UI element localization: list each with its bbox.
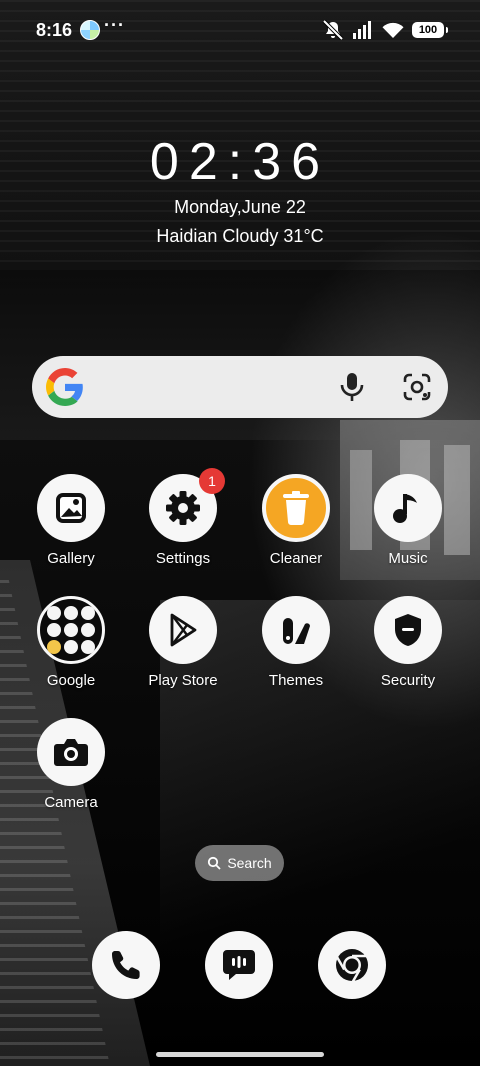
app-notification-icon — [80, 20, 100, 40]
camera-icon — [37, 718, 105, 786]
play-store-icon — [149, 596, 217, 664]
clock-time[interactable]: 02:36 — [0, 132, 480, 192]
mute-icon — [322, 20, 344, 40]
app-label: Music — [388, 550, 428, 567]
google-logo — [46, 368, 83, 406]
app-play-store[interactable]: Play Store — [127, 596, 239, 706]
app-label: Google — [46, 672, 96, 689]
search-label: Search — [227, 855, 272, 871]
app-themes[interactable]: Themes — [240, 596, 352, 706]
app-label: Settings — [155, 550, 211, 567]
app-label: Cleaner — [269, 550, 323, 567]
status-icons: 100 — [322, 20, 448, 40]
app-camera[interactable]: Camera — [15, 718, 127, 828]
app-music[interactable]: Music — [352, 474, 464, 584]
dock-phone[interactable] — [92, 931, 160, 999]
status-bar: 8:16 ··· 100 — [0, 0, 480, 60]
google-search-bar[interactable] — [32, 356, 448, 418]
app-google-folder[interactable]: Google — [15, 596, 127, 706]
clock-date[interactable]: Monday,June 22 — [0, 197, 480, 218]
gesture-home-bar[interactable] — [156, 1052, 324, 1057]
status-time: 8:16 — [36, 20, 73, 40]
weather-text[interactable]: Haidian Cloudy 31°C — [0, 226, 480, 247]
app-cleaner[interactable]: Cleaner — [240, 474, 352, 584]
app-settings[interactable]: 1 Settings — [127, 468, 239, 584]
battery-icon: 100 — [412, 22, 448, 38]
lens-icon[interactable] — [402, 372, 432, 402]
shield-icon — [374, 596, 442, 664]
app-security[interactable]: Security — [352, 596, 464, 706]
app-label: Themes — [268, 672, 324, 689]
notification-badge: 1 — [199, 468, 225, 494]
music-note-icon — [374, 474, 442, 542]
app-label: Camera — [44, 794, 98, 811]
home-screen: 8:16 ··· 100 02:36 Monday,June 22 Haidia… — [0, 0, 480, 1066]
gallery-icon — [37, 474, 105, 542]
mic-icon[interactable] — [338, 372, 366, 402]
app-search-button[interactable]: Search — [195, 845, 284, 881]
themes-icon — [262, 596, 330, 664]
dock-messages[interactable] — [205, 931, 273, 999]
phone-icon — [112, 951, 140, 979]
wifi-icon — [382, 22, 404, 38]
app-label: Play Store — [148, 672, 218, 689]
chrome-icon — [335, 949, 368, 984]
app-label: Security — [380, 672, 436, 689]
google-folder-icon — [37, 596, 105, 664]
search-icon — [208, 856, 221, 870]
app-gallery[interactable]: Gallery — [15, 474, 127, 584]
app-label: Gallery — [47, 550, 95, 567]
signal-icon — [353, 21, 371, 39]
message-icon — [223, 950, 255, 980]
dock-chrome[interactable] — [318, 931, 386, 999]
trash-icon — [262, 474, 330, 542]
overflow-dots: ··· — [104, 15, 125, 35]
